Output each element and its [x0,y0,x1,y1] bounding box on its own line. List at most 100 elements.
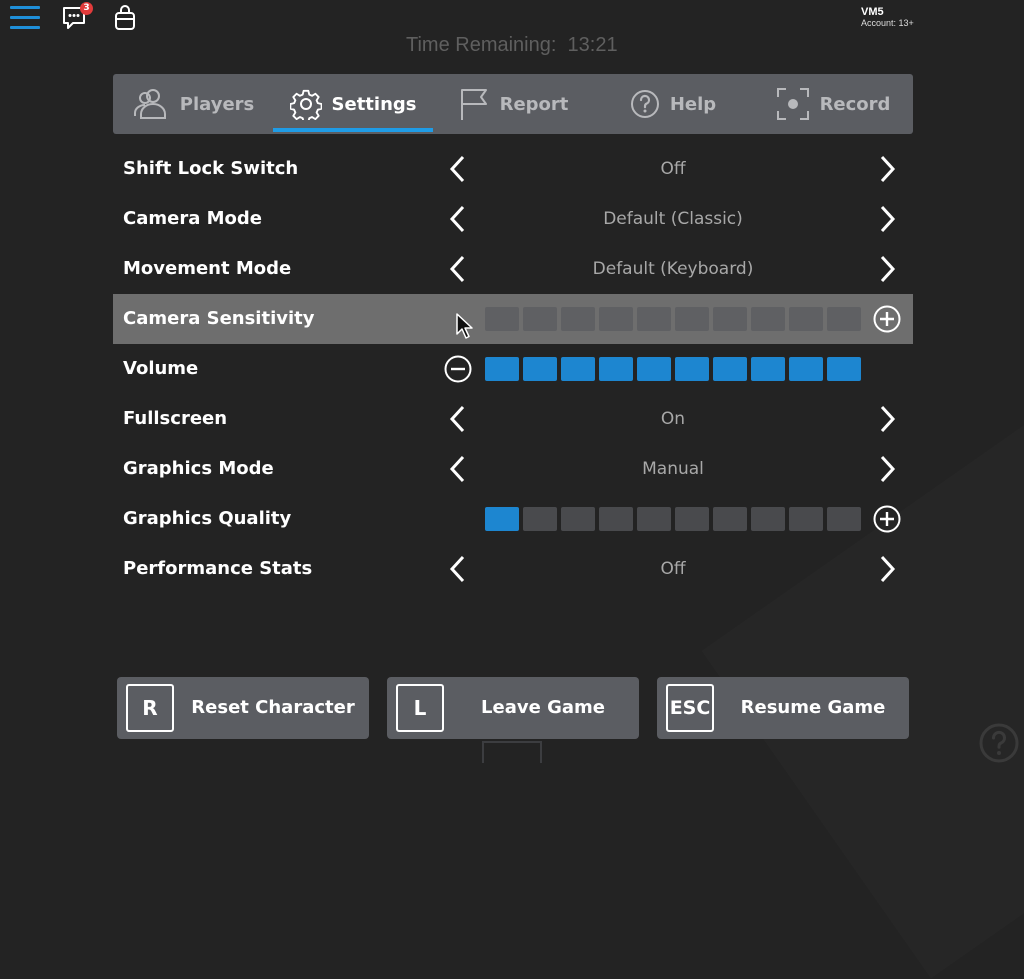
slider-segment[interactable] [637,307,671,331]
slider-segment[interactable] [675,307,709,331]
chevron-left-icon[interactable] [443,154,473,184]
tab-report-label: Report [499,93,569,115]
gear-icon [289,89,322,120]
setting-row-volume: Volume [113,344,913,394]
tab-players[interactable]: Players [113,74,273,134]
setting-value: Manual [642,459,704,479]
chevron-right-icon[interactable] [872,204,902,234]
leave-game-button[interactable]: L Leave Game [387,677,639,739]
help-icon [630,90,659,118]
slider-segment[interactable] [637,357,671,381]
slider-segment[interactable] [523,307,557,331]
chevron-left-icon[interactable] [443,454,473,484]
chevron-right-icon[interactable] [872,454,902,484]
button-label: Reset Character [191,697,355,718]
slider-segment[interactable] [713,357,747,381]
slider-segment[interactable] [789,507,823,531]
slider-segment[interactable] [599,307,633,331]
slider-segment[interactable] [599,357,633,381]
slider-segment[interactable] [827,507,861,531]
slider-segment[interactable] [713,507,747,531]
chevron-right-icon[interactable] [872,254,902,284]
setting-label: Volume [123,358,199,379]
setting-value: Default (Classic) [603,209,743,229]
slider-segment[interactable] [751,357,785,381]
reset-character-button[interactable]: R Reset Character [117,677,369,739]
slider-segment[interactable] [751,507,785,531]
chevron-left-icon[interactable] [443,204,473,234]
setting-value: Off [660,559,686,579]
setting-label: Camera Mode [123,208,262,229]
slider-segment[interactable] [789,307,823,331]
slider-segment[interactable] [827,357,861,381]
tab-help[interactable]: Help [593,74,753,134]
slider-segment[interactable] [675,357,709,381]
players-icon [133,89,166,119]
tab-bar: Players Settings Report Help Record [113,74,913,134]
active-tab-indicator [273,128,433,132]
setting-label: Movement Mode [123,258,292,279]
setting-label: Graphics Mode [123,458,274,479]
chevron-right-icon[interactable] [872,404,902,434]
slider-segment[interactable] [561,307,595,331]
key-hint: L [396,684,444,732]
setting-row-graphics-quality: Graphics Quality [113,494,913,544]
button-label: Resume Game [740,697,886,718]
slider-segment[interactable] [485,507,519,531]
chevron-left-icon[interactable] [443,254,473,284]
tab-help-label: Help [669,93,717,115]
setting-value: Off [660,159,686,179]
key-hint: R [126,684,174,732]
minus-icon[interactable] [444,355,472,383]
slider-segment[interactable] [789,357,823,381]
tab-report[interactable]: Report [433,74,593,134]
slider-segment[interactable] [485,307,519,331]
button-label: Leave Game [481,697,605,718]
camera-sensitivity-slider[interactable] [485,307,861,331]
mouse-cursor-icon [456,313,473,339]
setting-row-performance-stats: Performance Stats Off [113,544,913,594]
slider-segment[interactable] [637,507,671,531]
setting-label: Fullscreen [123,408,228,429]
menu-icon[interactable] [10,6,40,30]
chevron-left-icon[interactable] [443,404,473,434]
slider-segment[interactable] [751,307,785,331]
slider-segment[interactable] [675,507,709,531]
backpack-icon[interactable] [114,5,136,31]
chevron-right-icon[interactable] [872,554,902,584]
top-bar: 3 VM5 Account: 13+ [0,0,1024,36]
setting-label: Shift Lock Switch [123,158,299,179]
time-remaining: Time Remaining: 13:21 [406,34,618,56]
tab-record[interactable]: Record [753,74,913,134]
chevron-right-icon[interactable] [872,154,902,184]
slider-segment[interactable] [523,357,557,381]
plus-icon[interactable] [873,505,901,533]
slider-segment[interactable] [827,307,861,331]
volume-slider[interactable] [485,357,861,381]
help-icon[interactable] [978,722,1020,764]
plus-icon[interactable] [873,305,901,333]
slider-segment[interactable] [561,357,595,381]
setting-label: Camera Sensitivity [123,308,315,329]
chevron-left-icon[interactable] [443,554,473,584]
setting-row-camera-sensitivity: Camera Sensitivity [113,294,913,344]
slider-segment[interactable] [523,507,557,531]
setting-value: On [660,409,686,429]
record-icon [776,88,809,120]
slider-segment[interactable] [599,507,633,531]
setting-row-camera-mode: Camera Mode Default (Classic) [113,194,913,244]
tab-players-label: Players [179,93,255,115]
slider-segment[interactable] [485,357,519,381]
flag-icon [460,89,487,120]
tab-record-label: Record [819,93,891,115]
setting-label: Graphics Quality [123,508,292,529]
tab-settings-label: Settings [331,93,417,115]
tab-settings[interactable]: Settings [273,74,433,134]
resume-game-button[interactable]: ESC Resume Game [657,677,909,739]
setting-row-graphics-mode: Graphics Mode Manual [113,444,913,494]
slider-segment[interactable] [713,307,747,331]
key-hint: ESC [666,684,714,732]
slider-segment[interactable] [561,507,595,531]
setting-label: Performance Stats [123,558,313,579]
graphics-quality-slider[interactable] [485,507,861,531]
